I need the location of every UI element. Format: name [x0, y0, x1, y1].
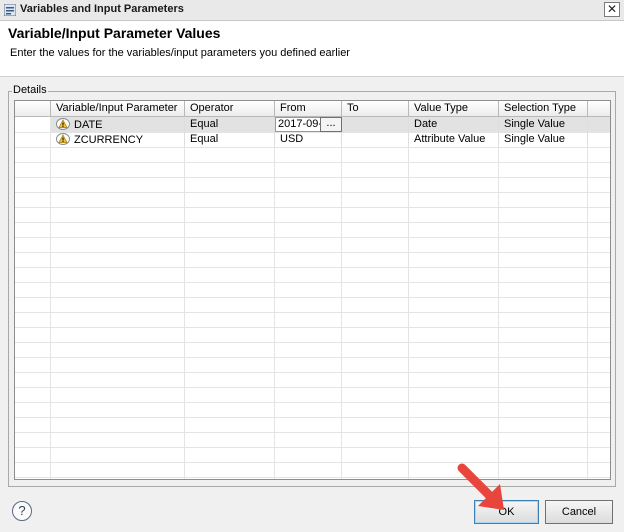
grid-vline: [587, 117, 588, 479]
column-header-from[interactable]: From: [275, 101, 342, 117]
grid-hline: [15, 447, 610, 448]
grid-hline: [15, 237, 610, 238]
window-title: Variables and Input Parameters: [20, 3, 184, 15]
grid-hline: [15, 282, 610, 283]
row-header-corner: [15, 101, 51, 117]
details-label: Details: [12, 84, 48, 96]
table-row-cell-parameter[interactable]: DATE: [51, 117, 185, 132]
grid-vline: [50, 117, 51, 479]
table-row-cell-operator[interactable]: Equal: [185, 132, 275, 147]
grid-hline: [15, 147, 610, 148]
grid-hline: [15, 357, 610, 358]
window-titlebar: Variables and Input Parameters ✕: [0, 0, 624, 21]
table-row-cell-from[interactable]: USD: [275, 132, 342, 147]
grid-vline: [408, 117, 409, 479]
grid-hline: [15, 387, 610, 388]
grid-hline: [15, 222, 610, 223]
grid-vline: [498, 117, 499, 479]
grid-hline: [15, 162, 610, 163]
grid-hline: [15, 432, 610, 433]
grid-hline: [15, 417, 610, 418]
parameters-table[interactable]: Variable/Input Parameter Operator From T…: [14, 100, 611, 480]
grid-hline: [15, 267, 610, 268]
grid-vline: [274, 117, 275, 479]
grid-hline: [15, 372, 610, 373]
table-row-cell-selection-type[interactable]: Single Value: [499, 117, 588, 132]
parameter-name: ZCURRENCY: [74, 134, 144, 146]
app-icon: [4, 4, 16, 16]
table-row-cell-operator[interactable]: Equal: [185, 117, 275, 132]
grid-vline: [184, 117, 185, 479]
column-header-selection-type[interactable]: Selection Type: [499, 101, 588, 117]
warning-icon: [56, 118, 70, 130]
column-header-filler: [588, 101, 610, 117]
grid-vline: [341, 117, 342, 479]
column-header-value-type[interactable]: Value Type: [409, 101, 499, 117]
column-header-to[interactable]: To: [342, 101, 409, 117]
grid-hline: [15, 402, 610, 403]
table-row-cell-value-type: Date: [409, 117, 499, 132]
table-row-cell-to[interactable]: [342, 132, 409, 147]
dialog-header: Variable/Input Parameter Values Enter th…: [0, 21, 624, 77]
page-description: Enter the values for the variables/input…: [10, 47, 350, 59]
table-row-cell-to[interactable]: [342, 117, 409, 132]
table-row-cell-value-type: Attribute Value: [409, 132, 499, 147]
annotation-arrow-icon: [457, 463, 504, 510]
grid-hline: [15, 327, 610, 328]
grid-hline: [15, 462, 610, 463]
date-picker-button[interactable]: ...: [320, 117, 342, 132]
grid-hline: [15, 312, 610, 313]
column-header-operator[interactable]: Operator: [185, 101, 275, 117]
warning-icon: [56, 133, 70, 145]
column-header-parameter[interactable]: Variable/Input Parameter: [51, 101, 185, 117]
grid-hline: [15, 252, 610, 253]
page-title: Variable/Input Parameter Values: [8, 25, 221, 41]
parameter-name: DATE: [74, 119, 103, 131]
grid-hline: [15, 177, 610, 178]
grid-hline: [15, 297, 610, 298]
table-row-cell-parameter[interactable]: ZCURRENCY: [51, 132, 185, 147]
help-icon[interactable]: ?: [12, 501, 32, 521]
grid-hline: [15, 342, 610, 343]
close-icon[interactable]: ✕: [604, 2, 620, 17]
grid-hline: [15, 477, 610, 478]
table-row-cell-selection-type[interactable]: Single Value: [499, 132, 588, 147]
grid-hline: [15, 207, 610, 208]
grid-hline: [15, 192, 610, 193]
cancel-button[interactable]: Cancel: [545, 500, 613, 524]
